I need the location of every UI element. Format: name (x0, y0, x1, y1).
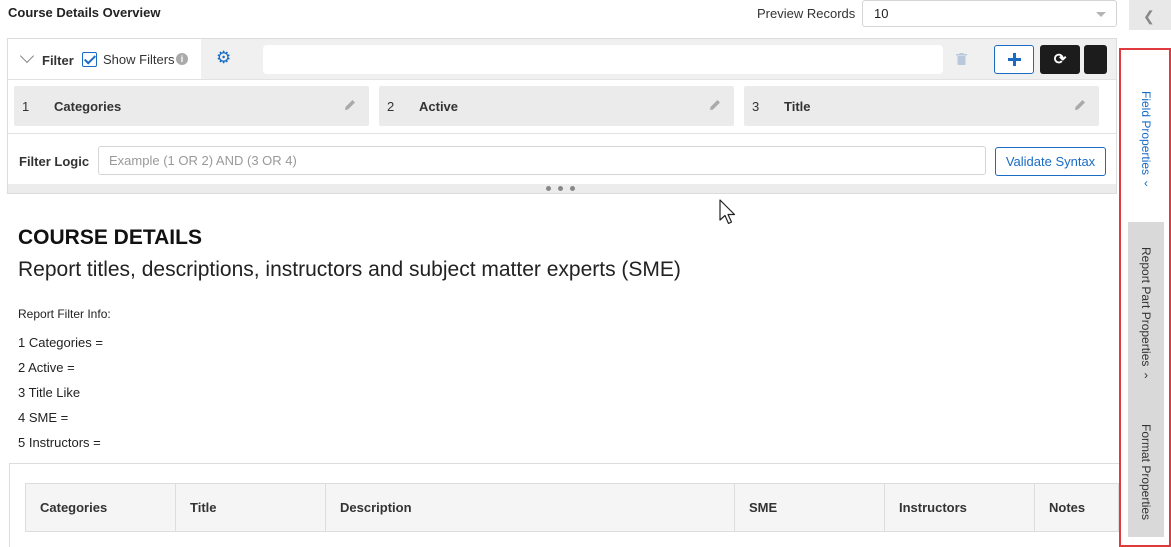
mouse-cursor-icon (719, 199, 736, 225)
column-header-sme[interactable]: SME (734, 483, 885, 532)
table-header-row: Categories Title Description SME Instruc… (25, 483, 1119, 532)
divider (8, 133, 1116, 134)
collapse-panel-button[interactable]: ❮ (1129, 0, 1171, 30)
filter-toggle[interactable]: Filter Show Filters i (8, 39, 201, 79)
filter-info-item: 3 Title Like (18, 385, 81, 400)
info-icon: i (176, 53, 188, 65)
show-filters-label: Show Filters (103, 52, 175, 67)
filter-toolbar: Filter Show Filters i ⚙ ⟳ (8, 39, 1116, 80)
filter-chip-categories[interactable]: 1 Categories (14, 86, 369, 126)
filter-chip-number: 1 (22, 99, 30, 114)
handle-dot (570, 186, 575, 191)
filter-info-item: 1 Categories = (18, 335, 103, 350)
show-filters-checkbox[interactable] (82, 52, 97, 67)
filter-chip-label: Title (784, 99, 811, 114)
column-header-title[interactable]: Title (175, 483, 326, 532)
page-title: Course Details Overview (8, 5, 161, 20)
resize-handle[interactable] (8, 184, 1116, 193)
column-header-instructors[interactable]: Instructors (884, 483, 1035, 532)
report-subtitle: Report titles, descriptions, instructors… (18, 258, 681, 281)
chevron-left-icon: ❮ (1143, 8, 1155, 24)
filter-chip-active[interactable]: 2 Active (379, 86, 734, 126)
report-filter-info-title: Report Filter Info: (18, 307, 111, 321)
highlight-box (1119, 48, 1171, 547)
filter-info-item: 4 SME = (18, 410, 69, 425)
filter-chip-label: Active (419, 99, 459, 114)
handle-dot (558, 186, 563, 191)
preview-records-label: Preview Records (757, 6, 856, 21)
filter-chip-title[interactable]: 3 Title (744, 86, 1099, 126)
validate-syntax-button[interactable]: Validate Syntax (995, 147, 1106, 176)
report-filter-info-list: 1 Categories = 2 Active = 3 Title Like 4… (18, 330, 103, 455)
filter-info-item: 2 Active = (18, 360, 75, 375)
gear-icon[interactable]: ⚙ (216, 48, 231, 68)
report-title: COURSE DETAILS (18, 226, 202, 249)
more-options-button[interactable] (1084, 45, 1107, 74)
pencil-icon[interactable] (1073, 98, 1087, 112)
trash-icon[interactable] (956, 53, 967, 65)
filter-logic-input[interactable] (98, 146, 986, 175)
pencil-icon[interactable] (343, 98, 357, 112)
filter-panel: Filter Show Filters i ⚙ ⟳ 1 Categories 2… (7, 38, 1117, 194)
chevron-down-icon (19, 48, 35, 64)
filter-info-item: 5 Instructors = (18, 435, 101, 450)
column-header-notes[interactable]: Notes (1034, 483, 1119, 532)
add-filter-button[interactable] (994, 45, 1034, 74)
column-header-categories[interactable]: Categories (25, 483, 176, 532)
handle-dot (546, 186, 551, 191)
preview-records-value: 10 (874, 6, 889, 21)
report-table: Categories Title Description SME Instruc… (25, 483, 1119, 532)
filter-search-input[interactable] (263, 45, 943, 74)
filter-label: Filter (42, 53, 74, 68)
filter-chip-number: 3 (752, 99, 760, 114)
column-header-description[interactable]: Description (325, 483, 735, 532)
chevron-down-icon (1096, 12, 1106, 17)
refresh-button[interactable]: ⟳ (1040, 45, 1080, 74)
filter-logic-label: Filter Logic (19, 154, 90, 169)
filter-chip-label: Categories (54, 99, 122, 114)
pencil-icon[interactable] (708, 98, 722, 112)
preview-records-select[interactable]: 10 (862, 0, 1117, 27)
filter-chip-number: 2 (387, 99, 395, 114)
